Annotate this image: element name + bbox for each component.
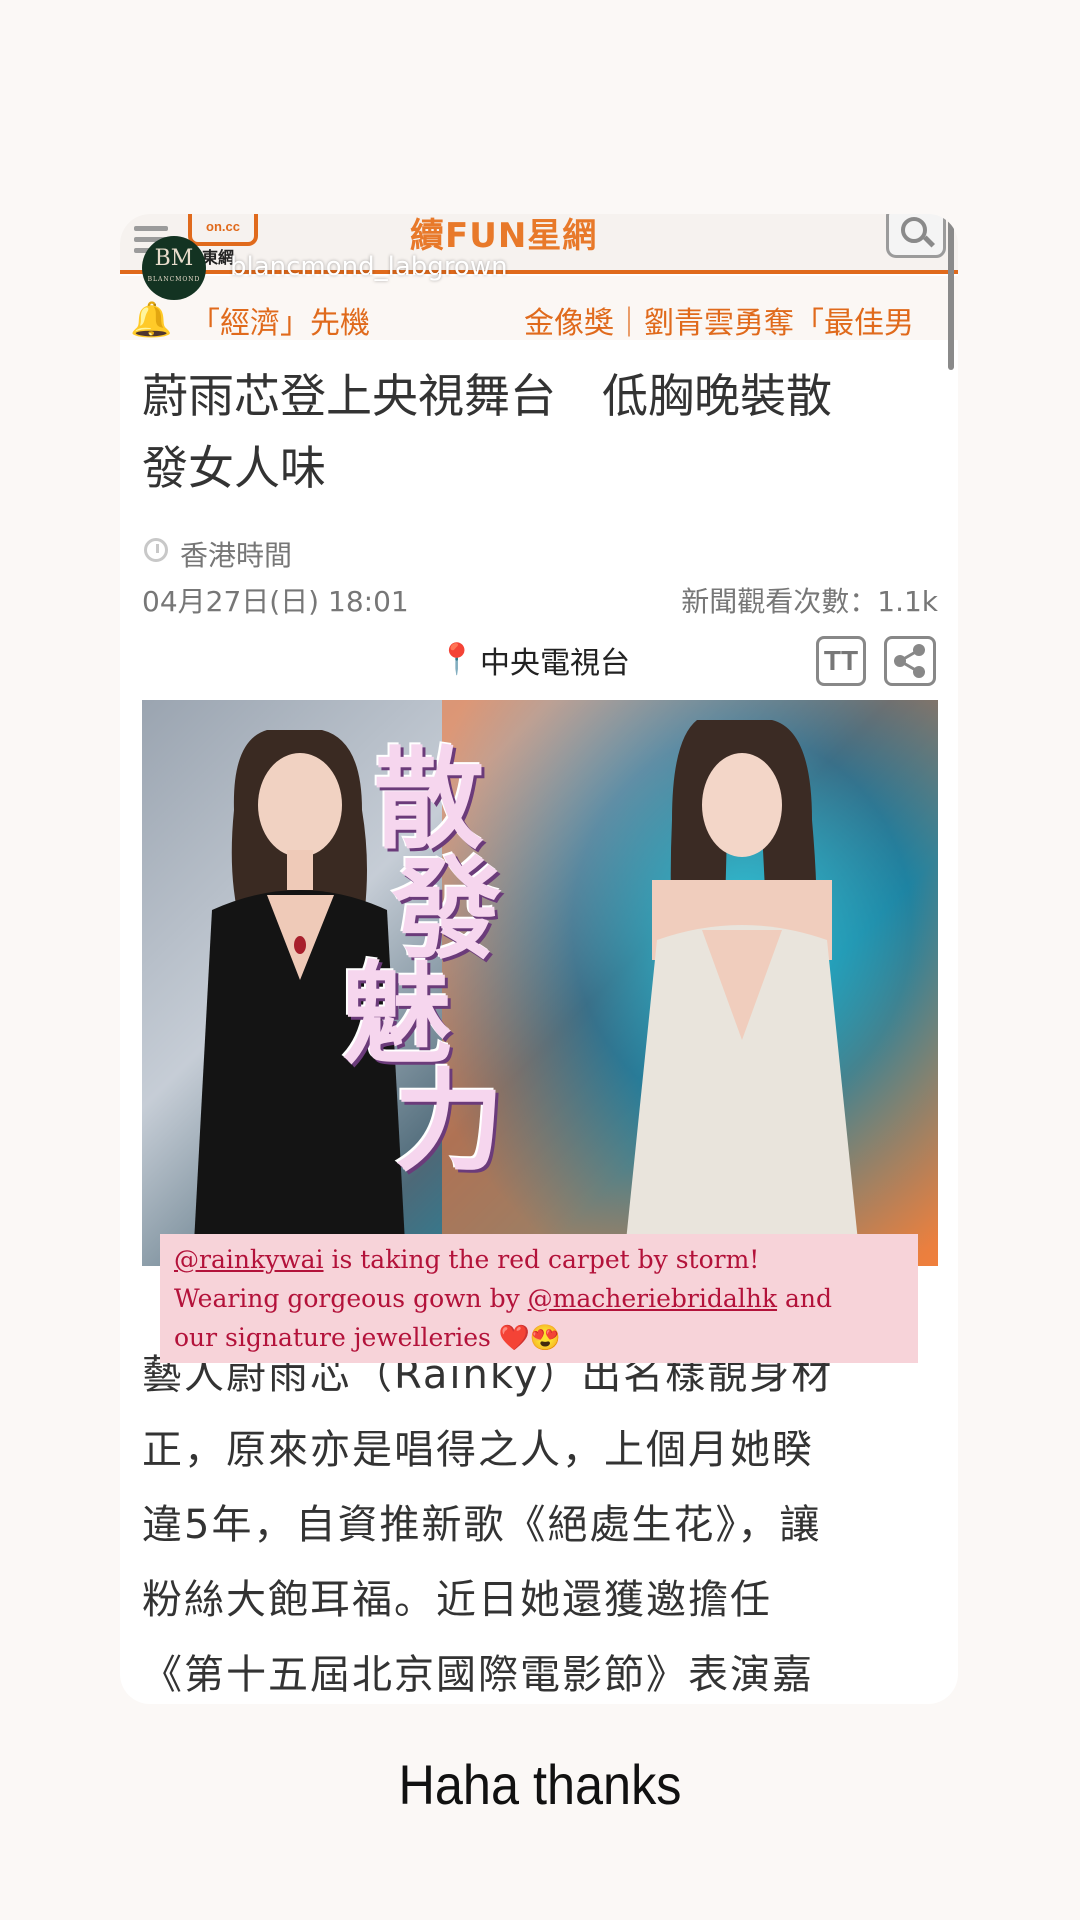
article-body: 藝人蔚雨芯（Rainky）出名樣靚身材 正，原來亦是唱得之人，上個月她睽 違5年… bbox=[142, 1338, 942, 1704]
caption-text: our signature jewelleries bbox=[174, 1323, 499, 1352]
article-category[interactable]: 中央電視台 bbox=[480, 638, 630, 682]
person-in-sequin-gown bbox=[623, 720, 861, 1266]
headline-line: 蔚雨芯登上央視舞台 低胸晚裝散 bbox=[142, 369, 832, 423]
shared-post-card[interactable]: on.cc 東網 續FUN星網 BM BLANCMOND blancmond_l… bbox=[120, 214, 958, 1704]
body-line: 粉絲大飽耳福。近日她還獲邀擔任 bbox=[142, 1577, 772, 1623]
avatar-brand: BLANCMOND bbox=[147, 276, 201, 283]
clock-icon bbox=[144, 538, 168, 562]
image-title-char: 力 bbox=[394, 1057, 504, 1186]
account-username[interactable]: blancmond_labgrown bbox=[230, 252, 508, 282]
ticker-item[interactable]: 「經濟」先機 bbox=[190, 298, 370, 342]
body-line: 正，原來亦是唱得之人，上個月她睽 bbox=[142, 1427, 814, 1473]
caption-text: Wearing gorgeous gown by bbox=[174, 1284, 528, 1313]
publish-datetime: 04月27日(日) 18:01 bbox=[142, 585, 409, 618]
body-line: 違5年，自資推新歌《絕處生花》，讓 bbox=[142, 1502, 822, 1548]
caption-text: and bbox=[777, 1284, 832, 1313]
account-avatar[interactable]: BM BLANCMOND bbox=[142, 236, 206, 300]
font-size-button[interactable]: TT bbox=[816, 636, 866, 686]
share-icon[interactable] bbox=[884, 636, 936, 686]
avatar-monogram: BM bbox=[154, 246, 194, 271]
scrollbar[interactable] bbox=[948, 214, 954, 370]
search-icon[interactable] bbox=[886, 214, 946, 258]
story-caption: Haha thanks bbox=[398, 1753, 682, 1816]
caption-text: is taking the red carpet by storm! bbox=[323, 1245, 760, 1274]
mention-link[interactable]: @macheriebridalhk bbox=[528, 1284, 777, 1313]
story-text-overlay: @rainkywai is taking the red carpet by s… bbox=[160, 1234, 918, 1363]
body-line: 《第十五屆北京國際電影節》表演嘉 bbox=[142, 1652, 814, 1698]
location-pin-icon: 📍 bbox=[438, 642, 476, 677]
article-photo: 散 發 魅 力 bbox=[142, 700, 938, 1266]
mention-link[interactable]: @rainkywai bbox=[174, 1245, 324, 1274]
ticker-item[interactable]: 金像獎｜劉青雲勇奪「最佳男 bbox=[524, 298, 914, 342]
emoji-heart-eyes: ❤️😍 bbox=[498, 1323, 562, 1352]
view-count: 新聞觀看次數：1.1k bbox=[681, 585, 938, 618]
timezone-label: 香港時間 bbox=[180, 539, 293, 572]
article-headline: 蔚雨芯登上央視舞台 低胸晚裝散 發女人味 bbox=[142, 360, 942, 504]
headline-line: 發女人味 bbox=[142, 441, 326, 495]
bell-icon[interactable]: 🔔 bbox=[130, 300, 172, 340]
site-title: 續FUN星網 bbox=[410, 216, 598, 256]
